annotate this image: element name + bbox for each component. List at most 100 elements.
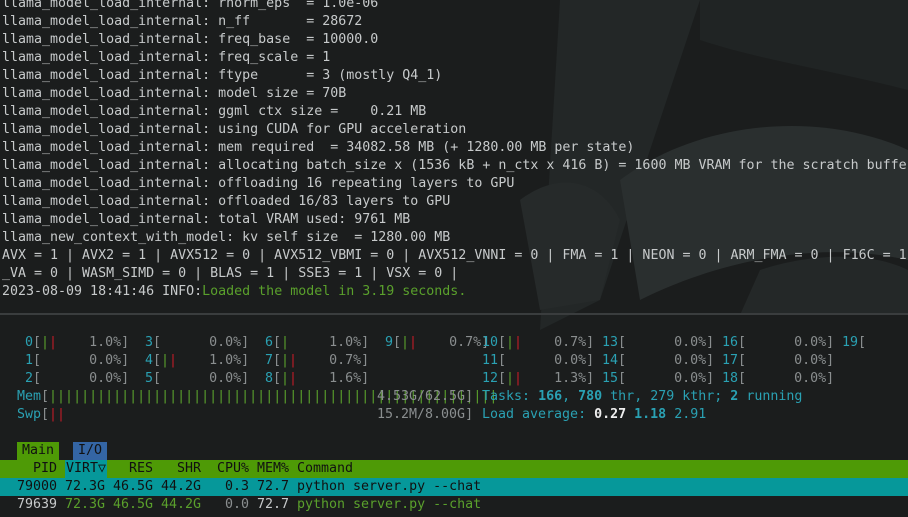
cpu-meter-4: 4[|| 1.0%]	[137, 353, 250, 368]
cpu-meter-14: 14[ 0.0%]	[602, 353, 715, 368]
log-line: llama_model_load_internal: ggml ctx size…	[2, 104, 427, 119]
log-line: llama_model_load_internal: allocating ba…	[2, 158, 908, 173]
cpu-meter-11: 11[ 0.0%]	[482, 353, 595, 368]
cpu-id: 7	[257, 353, 274, 368]
log-line: _VA = 0 | WASM_SIMD = 0 | BLAS = 1 | SSE…	[2, 266, 459, 281]
cpu-id: 2	[17, 371, 34, 386]
col-virt-sorted[interactable]: VIRT▽	[65, 460, 108, 478]
cpu-percent: 0.0%	[161, 335, 242, 350]
info-line: 2023-08-09 18:41:46 INFO:Loaded the mode…	[2, 283, 466, 301]
tab-io[interactable]: I/O	[73, 442, 108, 460]
swap-value: 15.2M/8.00G]	[377, 407, 474, 422]
terminal-log-pane[interactable]: llama_model_load_internal: rnorm_eps = 1…	[0, 0, 908, 314]
log-line: llama_model_load_internal: mem required …	[2, 140, 635, 155]
cpu-meter-15: 15[ 0.0%]	[602, 371, 715, 386]
cpu-id: 12	[482, 371, 499, 386]
log-line: AVX = 1 | AVX2 = 1 | AVX512 = 0 | AVX512…	[2, 248, 907, 263]
cpu-meter-6: 6[| 1.0%]	[257, 335, 370, 350]
cpu-id: 15	[602, 371, 619, 386]
cpu-percent: 0.0%	[626, 353, 707, 368]
cpu-percent: 0.7%	[297, 353, 362, 368]
log-line: llama_model_load_internal: model size = …	[2, 86, 347, 101]
cpu-meter-12: 12[|| 1.3%]	[482, 371, 595, 386]
process-row[interactable]: 79639 72.3G 46.5G 44.2G 0.0 72.7 python server…	[0, 496, 908, 514]
cpu-id: 5	[137, 371, 154, 386]
log-line: llama_model_load_internal: ftype = 3 (mo…	[2, 68, 443, 83]
swap-label: Swp	[17, 407, 42, 422]
cpu-percent: 0.0%	[41, 353, 122, 368]
cpu-meter-3: 3[ 0.0%]	[137, 335, 250, 350]
cpu-percent: 0.0%	[746, 353, 827, 368]
cpu-percent: 0.0%	[626, 335, 707, 350]
cpu-id: 10	[482, 335, 499, 350]
col-mem[interactable]: MEM%	[257, 460, 289, 478]
cpu-meter-5: 5[ 0.0%]	[137, 371, 250, 386]
log-line: llama_model_load_internal: total VRAM us…	[2, 212, 411, 227]
cpu-id: 18	[722, 371, 739, 386]
info-prefix: 2023-08-09 18:41:46 INFO:	[2, 284, 203, 299]
cpu-meter-19: 19[ 0	[842, 334, 908, 352]
cpu-id: 17	[722, 353, 739, 368]
cpu-percent: 1.0%	[177, 353, 242, 368]
cpu-percent: 0.0%	[746, 335, 827, 350]
cpu-meter-7: 7[|| 0.7%]	[257, 353, 370, 368]
cpu-meter-16: 16[ 0.0%]	[722, 335, 835, 350]
cpu-bar: ||	[281, 353, 298, 368]
mem-label: Mem	[17, 389, 42, 404]
cpu-percent: 0.7%	[417, 335, 482, 350]
cpu-meter-10: 10[|| 0.7%]	[482, 335, 595, 350]
cpu-id: 9	[377, 335, 394, 350]
cpu-id: 3	[137, 335, 154, 350]
process-table-header: PID VIRT▽ RES SHR CPU% MEM% Command	[0, 460, 908, 478]
cpu-bar: ||	[506, 335, 523, 350]
tab-main[interactable]: Main	[17, 442, 60, 460]
log-line: llama_model_load_internal: freq_scale = …	[2, 50, 331, 65]
cpu-percent: 0.0%	[746, 371, 827, 386]
cpu-percent: 1.0%	[289, 335, 362, 350]
log-line: llama_model_load_internal: offloading 16…	[2, 176, 515, 191]
cpu-meter-0: 0[|| 1.0%]	[17, 335, 130, 350]
cpu-percent: 1.6%	[297, 371, 362, 386]
cpu-meter-13: 13[ 0.0%]	[602, 335, 715, 350]
cpu-id: 16	[722, 335, 739, 350]
tasks-summary: Tasks: 166, 780 thr, 279 kthr; 2 running	[482, 389, 803, 404]
swap-meter: Swp[||	[17, 407, 66, 422]
cpu-id: 19	[842, 335, 859, 350]
cpu-bar: ||	[161, 353, 178, 368]
log-line: llama_new_context_with_model: kv self si…	[2, 230, 451, 245]
log-line: llama_model_load_internal: using CUDA fo…	[2, 122, 467, 137]
cpu-meter-1: 1[ 0.0%]	[17, 353, 130, 368]
cpu-bar: ||	[281, 371, 298, 386]
cpu-bar: ||	[401, 335, 418, 350]
cpu-id: 6	[257, 335, 274, 350]
cpu-percent: 0.0%	[41, 371, 122, 386]
cpu-id: 1	[17, 353, 34, 368]
cpu-meter-2: 2[ 0.0%]	[17, 371, 130, 386]
cpu-meter-17: 17[ 0.0%]	[722, 353, 835, 368]
cpu-meter-8: 8[|| 1.6%]	[257, 371, 370, 386]
cpu-percent: 0	[866, 335, 908, 350]
col-res[interactable]: RES	[129, 460, 153, 478]
col-cpu[interactable]: CPU%	[217, 460, 249, 478]
htop-pane[interactable]: 0[|| 1.0%] 1[ 0.0%] 2[ 0.0%] 3[ 0.0%] 4[…	[0, 315, 908, 517]
cpu-bar: ||	[41, 335, 58, 350]
cpu-percent: 0.0%	[626, 371, 707, 386]
log-line: llama_model_load_internal: offloaded 16/…	[2, 194, 451, 209]
mem-value: 4.53G/62.5G]	[377, 389, 474, 404]
log-line: llama_model_load_internal: n_ff = 28672	[2, 14, 363, 29]
cpu-percent: 0.0%	[506, 353, 587, 368]
log-line: llama_model_load_internal: rnorm_eps = 1…	[2, 0, 379, 11]
process-row-selected[interactable]: 79000 72.3G 46.5G 44.2G 0.3 72.7 python server…	[0, 478, 908, 496]
cpu-id: 13	[602, 335, 619, 350]
load-average: Load average: 0.27 1.18 2.91	[482, 407, 707, 422]
col-command[interactable]: Command	[297, 460, 353, 478]
col-pid[interactable]: PID	[33, 460, 57, 478]
swap-bar: ||	[49, 407, 66, 422]
col-shr[interactable]: SHR	[177, 460, 201, 478]
cpu-bar: ||	[506, 371, 523, 386]
cpu-id: 8	[257, 371, 274, 386]
cpu-meter-18: 18[ 0.0%]	[722, 371, 835, 386]
info-message: Loaded the model in 3.19 seconds.	[202, 284, 467, 299]
log-line: llama_model_load_internal: freq_base = 1…	[2, 32, 379, 47]
cpu-percent: 1.3%	[522, 371, 587, 386]
